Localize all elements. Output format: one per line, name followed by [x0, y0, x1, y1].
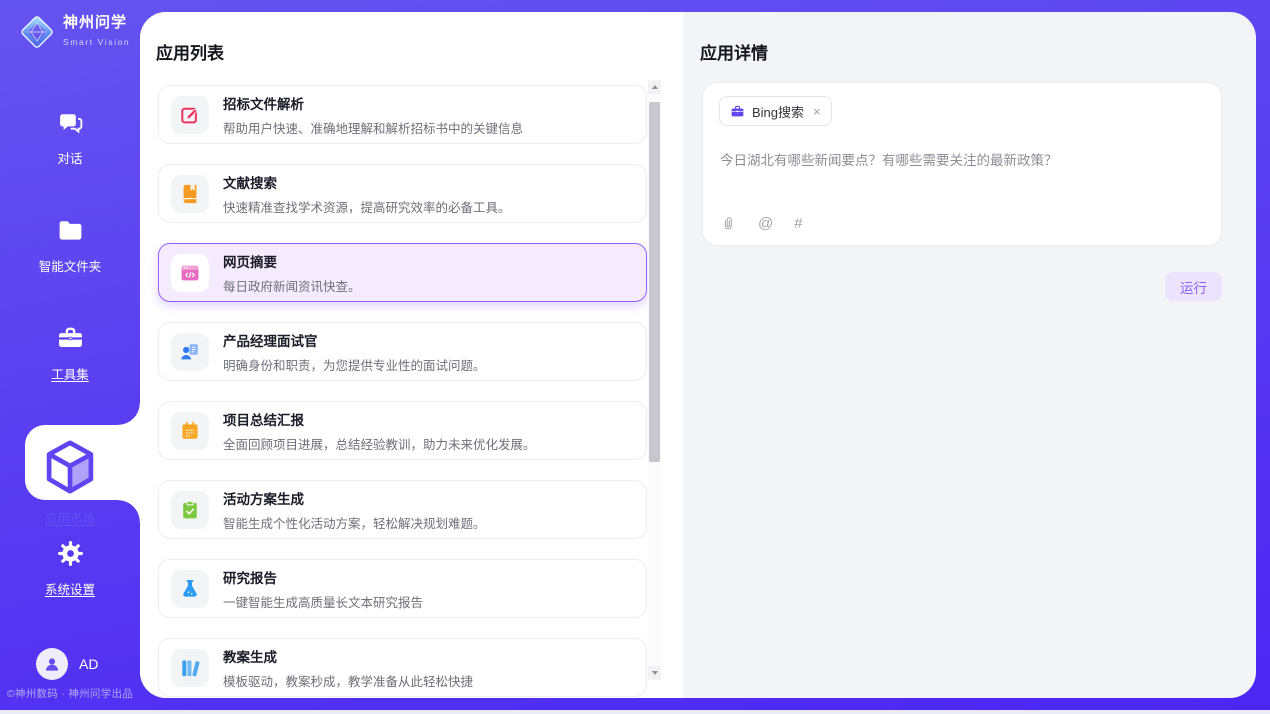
brand-subtitle: Smart Vision [63, 37, 130, 47]
clipboard-check-icon [179, 499, 201, 521]
copyright-text: ©神州数码 · 神州问学出品 [0, 686, 140, 701]
app-icon-tile [171, 254, 209, 292]
app-list-title: 应用列表 [156, 39, 224, 64]
run-button[interactable]: 运行 [1165, 272, 1222, 301]
input-action-bar: @# [720, 215, 803, 232]
main-panel: 应用列表 招标文件解析 帮助用户快速、准确地理解和解析招标书中的关键信息 文献搜… [140, 12, 1256, 698]
app-description: 智能生成个性化活动方案，轻松解决规划难题。 [223, 513, 486, 532]
brand-name: 神州问学 [63, 14, 130, 32]
app-icon-tile [171, 333, 209, 371]
app-name: 网页摘要 [223, 251, 361, 271]
scrollbar[interactable] [648, 80, 661, 680]
app-list-item[interactable]: 网页摘要 每日政府新闻资讯快查。 [158, 243, 647, 302]
avatar [36, 648, 68, 680]
app-icon-tile [171, 491, 209, 529]
paperclip-icon[interactable] [720, 215, 737, 232]
app-description: 快速精准查找学术资源，提高研究效率的必备工具。 [223, 197, 511, 216]
app-icon-tile [171, 96, 209, 134]
note-icon [179, 420, 201, 442]
app-description: 一键智能生成高质量长文本研究报告 [223, 592, 423, 611]
books-icon [179, 657, 201, 679]
folder-icon [56, 216, 85, 245]
bottom-edge-strip [0, 710, 1270, 714]
brand-logo: 神州问学 Smart Vision [18, 13, 130, 51]
prompt-text[interactable]: 今日湖北有哪些新闻要点？有哪些需要关注的最新政策？ [720, 151, 1205, 171]
app-list-item[interactable]: 产品经理面试官 明确身份和职责，为您提供专业性的面试问题。 [158, 322, 647, 381]
briefcase-icon [730, 104, 745, 119]
app-name: 教案生成 [223, 646, 473, 666]
arrow-down-icon [652, 671, 658, 675]
app-list-item[interactable]: 活动方案生成 智能生成个性化活动方案，轻松解决规划难题。 [158, 480, 647, 539]
sidebar: 神州问学 Smart Vision 对话 智能文件夹 工具集 应用市场 系统设置… [0, 0, 140, 714]
sidebar-item-label: 系统设置 [0, 579, 140, 598]
user-account[interactable]: AD [36, 648, 98, 680]
app-icon-tile [171, 570, 209, 608]
cube-icon [25, 487, 115, 504]
prompt-card: Bing搜索 × 今日湖北有哪些新闻要点？有哪些需要关注的最新政策？ @# [702, 82, 1222, 246]
app-name: 研究报告 [223, 567, 423, 587]
app-name: 活动方案生成 [223, 488, 486, 508]
app-description: 帮助用户快速、准确地理解和解析招标书中的关键信息 [223, 118, 523, 137]
app-icon-tile [171, 649, 209, 687]
app-icon-tile [171, 412, 209, 450]
app-description: 明确身份和职责，为您提供专业性的面试问题。 [223, 355, 486, 374]
sidebar-item-settings[interactable]: 系统设置 [0, 539, 140, 598]
user-initials: AD [79, 656, 98, 672]
sidebar-item-label: 工具集 [0, 364, 140, 383]
sidebar-item-toolset[interactable]: 工具集 [0, 324, 140, 383]
app-name: 文献搜索 [223, 172, 511, 192]
tool-chip-label: Bing搜索 [752, 102, 804, 121]
chat-icon [56, 108, 85, 137]
app-description: 模板驱动，教案秒成，教学准备从此轻松快捷 [223, 671, 473, 690]
user-icon [42, 654, 62, 674]
app-list-item[interactable]: 招标文件解析 帮助用户快速、准确地理解和解析招标书中的关键信息 [158, 85, 647, 144]
app-detail-title: 应用详情 [700, 39, 768, 64]
edit-doc-icon [179, 104, 201, 126]
app-description: 全面回顾项目进展，总结经验教训，助力未来优化发展。 [223, 434, 536, 453]
sidebar-item-chat[interactable]: 对话 [0, 108, 140, 167]
interview-icon [179, 341, 201, 363]
sidebar-item-label: 对话 [0, 148, 140, 167]
scrollbar-thumb[interactable] [649, 102, 660, 462]
diamond-logo-icon [18, 13, 56, 51]
app-name: 项目总结汇报 [223, 409, 536, 429]
book-icon [179, 183, 201, 205]
app-list: 招标文件解析 帮助用户快速、准确地理解和解析招标书中的关键信息 文献搜索 快速精… [158, 85, 647, 698]
flask-icon [179, 578, 201, 600]
app-detail-panel: 应用详情 Bing搜索 × 今日湖北有哪些新闻要点？有哪些需要关注的最新政策？ … [683, 12, 1256, 698]
sidebar-item-app-market[interactable]: 应用市场 [25, 425, 140, 500]
app-description: 每日政府新闻资讯快查。 [223, 276, 361, 295]
app-window: { "brand": { "name_cn": "神州问学", "name_en… [0, 0, 1270, 714]
gear-icon [56, 539, 85, 568]
app-icon-tile [171, 175, 209, 213]
app-list-item[interactable]: 教案生成 模板驱动，教案秒成，教学准备从此轻松快捷 [158, 638, 647, 697]
toolbox-icon [56, 324, 85, 353]
app-name: 招标文件解析 [223, 93, 523, 113]
sidebar-item-label: 应用市场 [25, 508, 115, 527]
app-list-item[interactable]: 项目总结汇报 全面回顾项目进展，总结经验教训，助力未来优化发展。 [158, 401, 647, 460]
browser-code-icon [179, 262, 201, 284]
app-name: 产品经理面试官 [223, 330, 486, 350]
scroll-up-button[interactable] [648, 80, 661, 94]
sidebar-item-smart-folders[interactable]: 智能文件夹 [0, 216, 140, 275]
sidebar-item-label: 智能文件夹 [0, 256, 140, 275]
app-list-item[interactable]: 研究报告 一键智能生成高质量长文本研究报告 [158, 559, 647, 618]
at-icon[interactable]: @ [758, 216, 773, 231]
app-list-item[interactable]: 文献搜索 快速精准查找学术资源，提高研究效率的必备工具。 [158, 164, 647, 223]
chip-close-icon[interactable]: × [813, 105, 821, 118]
tool-chip[interactable]: Bing搜索 × [719, 96, 832, 126]
hash-icon[interactable]: # [794, 216, 802, 231]
arrow-up-icon [652, 85, 658, 89]
app-list-panel: 应用列表 招标文件解析 帮助用户快速、准确地理解和解析招标书中的关键信息 文献搜… [140, 12, 683, 698]
scroll-down-button[interactable] [648, 666, 661, 680]
